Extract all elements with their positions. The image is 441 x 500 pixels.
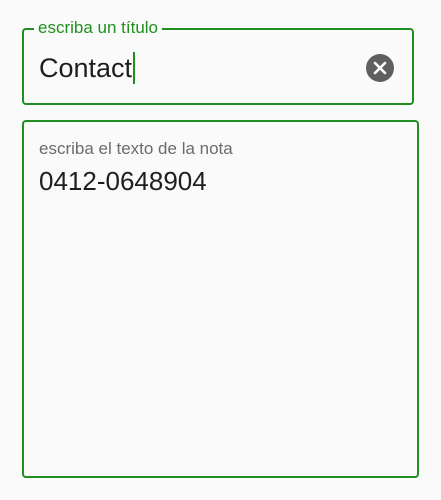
title-input[interactable]: Contact	[39, 52, 136, 84]
title-input-value: Contact	[39, 53, 133, 83]
text-cursor	[133, 52, 136, 84]
note-editor: escriba un título Contact escriba el tex…	[0, 0, 441, 500]
note-text-area[interactable]: escriba el texto de la nota 0412-0648904	[22, 120, 419, 478]
close-icon	[373, 61, 387, 75]
clear-title-button[interactable]	[366, 54, 394, 82]
title-field-label: escriba un título	[34, 18, 163, 38]
note-text-value[interactable]: 0412-0648904	[39, 166, 207, 196]
title-field[interactable]: escriba un título Contact	[22, 18, 414, 105]
note-field-label: escriba el texto de la nota	[39, 139, 233, 158]
